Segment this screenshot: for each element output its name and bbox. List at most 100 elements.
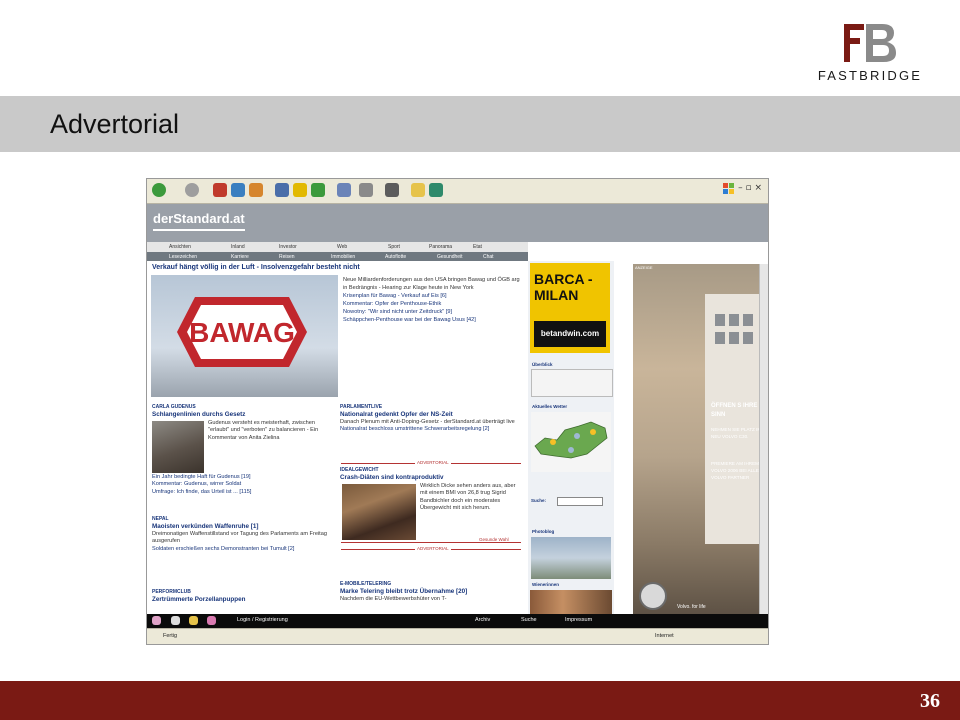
bawag-sign: BAWAG (177, 297, 307, 367)
news-section-gudenus: CARLA GUDENUS Schlangenlinien durchs Ges… (152, 404, 335, 496)
lead-link[interactable]: Kommentar: Opfer der Penthouse-Ethik (343, 300, 525, 308)
section-text: Danach Plenum mit Anti-Doping-Gesetz - d… (340, 418, 515, 425)
folder-icon[interactable] (411, 183, 425, 197)
section-title[interactable]: Nationalrat gedenkt Opfer der NS-Zeit (340, 411, 523, 418)
nav-item[interactable]: Lesezeichen (169, 254, 197, 260)
building-window (729, 332, 739, 344)
site-logo[interactable]: derStandard.at (153, 211, 245, 226)
nav-item[interactable]: Investor (279, 244, 297, 250)
windows-flag-icon (723, 183, 734, 194)
status-left: Fertig (163, 633, 178, 639)
ad-tag: ANZEIGE (635, 265, 653, 270)
history-icon[interactable] (311, 183, 325, 197)
nav-item[interactable]: Karriere (231, 254, 249, 260)
section-text: Dreimonatigen Waffenstillstand vor Tagun… (152, 530, 327, 545)
nav-item[interactable]: Ansichten (169, 244, 191, 250)
lead-link[interactable]: Schäppchen-Penthouse war bei der Bawag U… (343, 316, 525, 324)
news-section-nepal: NEPAL Maoisten verkünden Waffenruhe [1] … (152, 516, 335, 553)
section-link[interactable]: Umfrage: Ich finde, das Urteil ist ... [… (152, 489, 335, 496)
news-section-telering: E-MOBILE/TELERING Marke Telering bleibt … (340, 581, 523, 603)
taskbar-item[interactable]: Impressum (565, 617, 592, 623)
austria-weather-map[interactable] (531, 412, 611, 472)
section-label: NEPAL (152, 516, 169, 522)
section-label: PERFORMCLUB (152, 589, 191, 595)
back-icon[interactable] (152, 183, 166, 197)
home-icon[interactable] (152, 616, 161, 625)
advertorial-more-link[interactable]: Gesunde Wahl (477, 537, 511, 542)
news-section-parlament: PARLAMENTLIVE Nationalrat gedenkt Opfer … (340, 404, 523, 434)
mail-icon[interactable] (337, 183, 351, 197)
section-link[interactable]: Soldaten erschießen sechs Demonstranten … (152, 546, 335, 553)
nav-item[interactable]: Reisen (279, 254, 295, 260)
taskbar-item[interactable]: Login / Registrierung (237, 617, 288, 623)
section-label: PARLAMENTLIVE (340, 404, 383, 410)
section-title[interactable]: Crash-Diäten sind kontraproduktiv (340, 474, 523, 481)
couple-ad-image[interactable] (530, 590, 612, 614)
forward-icon[interactable] (185, 183, 199, 197)
taskbar-item[interactable]: Suche (521, 617, 537, 623)
refresh-icon[interactable] (231, 183, 245, 197)
window-controls[interactable]: – ▫ × (738, 183, 762, 193)
photoblog-image[interactable] (531, 537, 611, 579)
section-title[interactable]: Marke Telering bleibt trotz Übernahme [2… (340, 588, 523, 595)
nav-item[interactable]: Wissenschaft (567, 244, 597, 250)
page-scrollbar[interactable] (759, 264, 768, 614)
section-link[interactable]: Ein Jahr bedingte Haft für Gudenus [19] (152, 474, 335, 481)
site-search-input[interactable] (557, 497, 603, 506)
nav-item[interactable]: Inland (231, 244, 245, 250)
lead-text: Neue Milliardenforderungen aus den USA b… (343, 277, 520, 291)
nav-item[interactable]: Kultur (543, 244, 556, 250)
travel-widget[interactable] (531, 369, 613, 397)
barca-milan-ad[interactable]: BARCA - MILAN betandwin.com (530, 263, 610, 353)
fastbridge-logo-mark-icon (844, 24, 896, 62)
building-window (729, 314, 739, 326)
key-icon[interactable] (207, 616, 216, 625)
gudenus-photo (152, 420, 204, 473)
search-icon[interactable] (275, 183, 289, 197)
betandwin-logo: betandwin.com (534, 321, 606, 347)
browser-toolbar: – ▫ × (147, 179, 768, 204)
stop-icon[interactable] (213, 183, 227, 197)
title-band: Advertorial (0, 96, 960, 152)
section-link[interactable]: Nationalrat beschloss umstrittene Schwer… (340, 426, 523, 433)
section-title[interactable]: Zertrümmerte Porzellanpuppen (152, 596, 335, 603)
section-text: Wirklich Dicke sehen anders aus, aber mi… (420, 482, 516, 512)
status-bar: Fertig Internet (147, 628, 768, 644)
site-logo-underline (153, 229, 245, 231)
pen-icon[interactable] (189, 616, 198, 625)
webpage: derStandard.at Ansichten Inland Investor… (147, 204, 768, 614)
edit-icon[interactable] (385, 183, 399, 197)
home-icon[interactable] (249, 183, 263, 197)
section-label: CARLA GUDENUS (152, 404, 196, 410)
main-headline[interactable]: Verkauf hängt völlig in der Luft - Insol… (152, 264, 360, 271)
lead-link[interactable]: Krisenplan für Bawag - Verkauf auf Eis [… (343, 292, 525, 300)
nav-item[interactable]: Chat (483, 254, 494, 260)
taskbar-item[interactable]: Archiv (475, 617, 490, 623)
volvo-ad[interactable]: ANZEIGE ÖFFNEN S IHRE SINN NEHMEN SIE PL… (633, 264, 768, 614)
nav-item[interactable]: Panorama (429, 244, 452, 250)
user-icon[interactable] (171, 616, 180, 625)
section-title[interactable]: Schlangenlinien durchs Gesetz (152, 411, 335, 418)
nav-item[interactable]: Sport (388, 244, 400, 250)
favorites-icon[interactable] (293, 183, 307, 197)
nav-item[interactable]: Web (337, 244, 347, 250)
lead-story: Neue Milliardenforderungen aus den USA b… (343, 276, 525, 324)
advertorial-divider (341, 542, 521, 543)
wetter-label: Aktuelles Wetter (532, 404, 568, 409)
nav-item[interactable]: Etat (473, 244, 482, 250)
wienerinnen-label: Wienerinnen (532, 582, 559, 587)
section-title[interactable]: Maoisten verkünden Waffenruhe [1] (152, 523, 335, 530)
print-icon[interactable] (359, 183, 373, 197)
section-link[interactable]: Kommentar: Gudenus, wirrer Soldat (152, 481, 335, 488)
nav-item[interactable]: Immobilien (331, 254, 355, 260)
section-text: Nachdem die EU-Wettbewerbshüter von T- (340, 595, 447, 602)
nav-item[interactable]: Gesundheit (437, 254, 463, 260)
site-header: derStandard.at (147, 204, 768, 242)
nav-item[interactable]: Autoflotte (385, 254, 406, 260)
building-window (715, 314, 725, 326)
lead-link[interactable]: Nowotny: "Wir sind nicht unter Zeitdruck… (343, 308, 525, 316)
photoblog-label[interactable]: Photoblog (532, 529, 554, 534)
messenger-icon[interactable] (429, 183, 443, 197)
volvo-tagline: Volvo. for life (677, 604, 706, 610)
woman-photo (342, 483, 416, 540)
